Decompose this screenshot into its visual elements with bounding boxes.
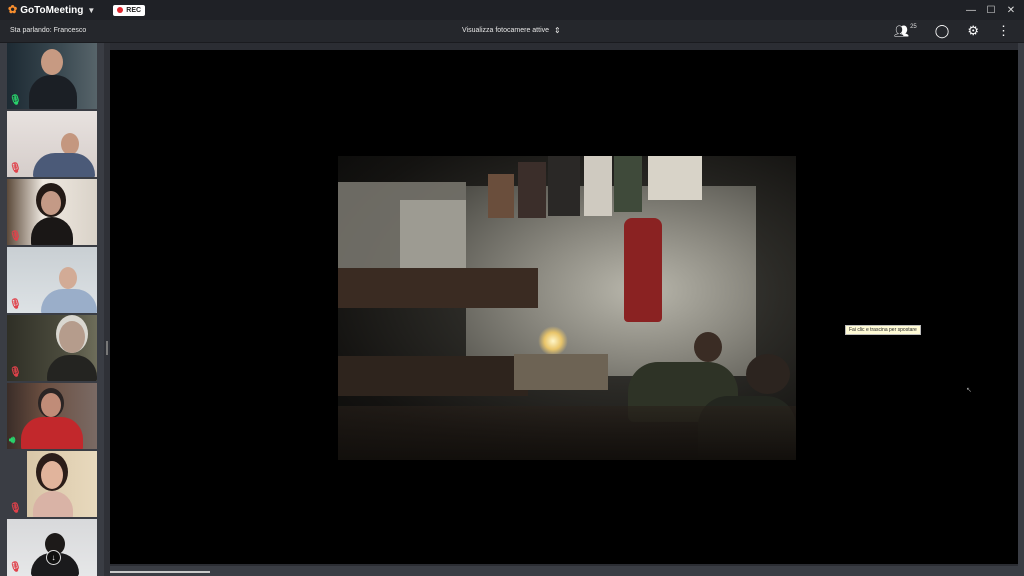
shared-screen-stage[interactable] (110, 50, 1018, 564)
participant-body (33, 491, 73, 517)
photo-figure-head (694, 332, 722, 362)
participant-sidebar[interactable]: 🎙︎ 🎙︎ 🎙︎ 🎙︎ 🎙︎ 🔊︎ 🎙︎ 🎙︎ ↓ (0, 43, 104, 576)
participant-face (41, 393, 61, 417)
window-controls: — ☐ ✕ (966, 0, 1016, 20)
photo-poster (488, 174, 514, 218)
participant-video-tile[interactable]: 🎙︎ (7, 247, 97, 313)
participant-body (47, 355, 97, 381)
speaker-active-icon: 🔊︎ (9, 435, 16, 446)
toolbar-actions: 👥︎ 25 ◯ ⚙ ⋮ (894, 23, 1010, 39)
participant-face (59, 321, 85, 353)
participants-count: 25 (910, 24, 917, 30)
photo-poster (614, 156, 642, 212)
photo-lamp-glow (538, 326, 568, 356)
photo-poster (518, 162, 546, 218)
right-edge-panel (1018, 43, 1024, 576)
resize-grip (106, 341, 108, 355)
microphone-muted-icon: 🎙︎ (9, 562, 22, 573)
recording-indicator[interactable]: REC (113, 4, 146, 16)
microphone-on-icon: 🎙︎ (9, 95, 22, 106)
participant-body (21, 417, 83, 449)
participant-face (61, 133, 79, 155)
chevron-down-icon: ▼ (87, 5, 96, 15)
gear-icon[interactable]: ⚙ (967, 23, 979, 39)
meeting-toolbar: Sta parlando: Francesco Visualizza fotoc… (0, 20, 1024, 43)
photo-poster (548, 156, 580, 216)
participant-body (33, 153, 95, 177)
minimize-button[interactable]: — (966, 5, 976, 16)
microphone-muted-icon: 🎙︎ (9, 503, 22, 514)
mouse-cursor-icon: ↖ (966, 387, 972, 394)
photo-bunk-lower (338, 356, 528, 396)
chat-icon[interactable]: ◯ (935, 23, 950, 39)
up-down-arrows-icon: ⇕ (554, 26, 561, 35)
photo-poster (584, 156, 612, 216)
participants-button[interactable]: 👥︎ 25 (894, 24, 917, 38)
horizontal-scrollbar[interactable] (110, 571, 210, 573)
active-speaker-label: Sta parlando: Francesco (10, 27, 87, 34)
maximize-button[interactable]: ☐ (986, 5, 996, 16)
participant-face (41, 191, 61, 215)
drag-tooltip: Fai clic e trascina per spostare (845, 325, 921, 335)
stage-bottom-bar (110, 566, 1024, 576)
photo-poster (648, 156, 702, 200)
camera-view-label: Visualizza fotocamere attive (462, 27, 550, 34)
participant-video-tile[interactable]: 🎙︎ (7, 451, 97, 517)
microphone-muted-icon: 🎙︎ (9, 163, 22, 174)
scroll-down-button[interactable]: ↓ (46, 550, 61, 565)
microphone-muted-icon: 🎙︎ (9, 231, 22, 242)
participant-video-tile[interactable]: 🎙︎ (7, 111, 97, 177)
participant-video-tile[interactable]: 🎙︎ (7, 315, 97, 381)
more-options-icon[interactable]: ⋮ (997, 23, 1010, 39)
shared-photo (338, 156, 796, 460)
participant-video-tile[interactable]: 🎙︎ (7, 179, 97, 245)
photo-floor (338, 406, 796, 460)
photo-bunk-upper (338, 268, 538, 308)
rec-label: REC (126, 6, 142, 14)
gotomeeting-logo-icon: ✿ (8, 4, 18, 16)
participant-video-tile[interactable]: 🎙︎ (7, 519, 97, 576)
photo-table (514, 354, 608, 390)
title-bar: ✿ GoToMeeting ▼ REC — ☐ ✕ (0, 0, 1024, 20)
participant-video-tile[interactable]: 🎙︎ (7, 43, 97, 109)
app-menu-button[interactable]: ✿ GoToMeeting ▼ (8, 5, 95, 16)
participant-body (29, 75, 77, 109)
camera-view-select[interactable]: Visualizza fotocamere attive ⇕ (462, 26, 561, 35)
photo-red-jacket (624, 218, 662, 322)
record-dot-icon (117, 7, 124, 13)
close-button[interactable]: ✕ (1006, 5, 1016, 16)
participant-video-tile[interactable]: 🔊︎ (7, 383, 97, 449)
microphone-muted-icon: 🎙︎ (9, 367, 22, 378)
participant-face (59, 267, 77, 289)
participant-body (31, 217, 73, 245)
people-icon: 👥︎ (893, 24, 910, 38)
participant-body (41, 289, 97, 313)
photo-figure-head (746, 354, 790, 394)
participant-face (41, 461, 63, 489)
app-brand-label: GoToMeeting (20, 4, 84, 16)
microphone-muted-icon: 🎙︎ (9, 299, 22, 310)
participant-face (41, 49, 63, 75)
